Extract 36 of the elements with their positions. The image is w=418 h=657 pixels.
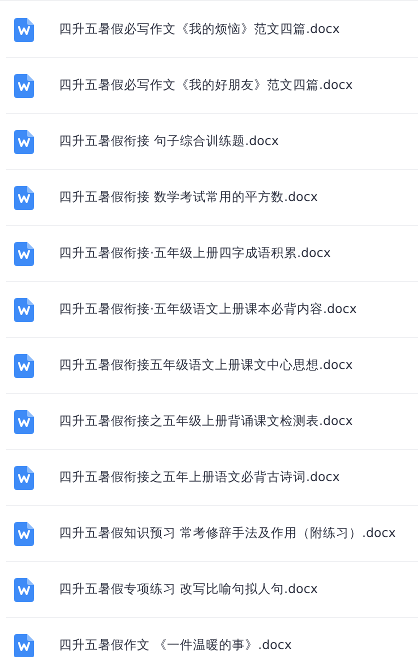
file-row[interactable]: 四升五暑假必写作文《我的好朋友》范文四篇.docx bbox=[6, 58, 418, 114]
file-name: 四升五暑假衔接之五年级上册背诵课文检测表.docx bbox=[59, 413, 353, 430]
file-row[interactable]: 四升五暑假作文 《一件温暖的事》.docx bbox=[6, 618, 418, 657]
file-row[interactable]: 四升五暑假衔接 句子综合训练题.docx bbox=[6, 114, 418, 170]
file-row[interactable]: 四升五暑假衔接之五年上册语文必背古诗词.docx bbox=[6, 450, 418, 506]
file-name: 四升五暑假必写作文《我的烦恼》范文四篇.docx bbox=[59, 21, 340, 38]
file-row[interactable]: 四升五暑假衔接·五年级上册四字成语积累.docx bbox=[6, 226, 418, 282]
file-row[interactable]: 四升五暑假衔接之五年级上册背诵课文检测表.docx bbox=[6, 394, 418, 450]
word-document-icon bbox=[14, 578, 34, 602]
file-name: 四升五暑假衔接 数学考试常用的平方数.docx bbox=[59, 189, 318, 206]
word-document-icon bbox=[14, 354, 34, 378]
word-document-icon bbox=[14, 74, 34, 98]
word-document-icon bbox=[14, 298, 34, 322]
file-name: 四升五暑假必写作文《我的好朋友》范文四篇.docx bbox=[59, 77, 353, 94]
file-row[interactable]: 四升五暑假知识预习 常考修辞手法及作用（附练习）.docx bbox=[6, 506, 418, 562]
file-name: 四升五暑假知识预习 常考修辞手法及作用（附练习）.docx bbox=[59, 525, 396, 542]
word-document-icon bbox=[14, 130, 34, 154]
file-row[interactable]: 四升五暑假衔接·五年级语文上册课本必背内容.docx bbox=[6, 282, 418, 338]
word-document-icon bbox=[14, 466, 34, 490]
word-document-icon bbox=[14, 410, 34, 434]
file-name: 四升五暑假衔接 句子综合训练题.docx bbox=[59, 133, 279, 150]
word-document-icon bbox=[14, 186, 34, 210]
file-name: 四升五暑假衔接·五年级语文上册课本必背内容.docx bbox=[59, 301, 357, 318]
file-name: 四升五暑假衔接五年级语文上册课文中心思想.docx bbox=[59, 357, 353, 374]
file-row[interactable]: 四升五暑假衔接五年级语文上册课文中心思想.docx bbox=[6, 338, 418, 394]
file-name: 四升五暑假专项练习 改写比喻句拟人句.docx bbox=[59, 581, 318, 598]
file-name: 四升五暑假衔接·五年级上册四字成语积累.docx bbox=[59, 245, 331, 262]
file-name: 四升五暑假作文 《一件温暖的事》.docx bbox=[59, 637, 292, 654]
file-row[interactable]: 四升五暑假衔接 数学考试常用的平方数.docx bbox=[6, 170, 418, 226]
file-name: 四升五暑假衔接之五年上册语文必背古诗词.docx bbox=[59, 469, 340, 486]
word-document-icon bbox=[14, 522, 34, 546]
word-document-icon bbox=[14, 242, 34, 266]
file-row[interactable]: 四升五暑假专项练习 改写比喻句拟人句.docx bbox=[6, 562, 418, 618]
file-row[interactable]: 四升五暑假必写作文《我的烦恼》范文四篇.docx bbox=[6, 2, 418, 58]
word-document-icon bbox=[14, 18, 34, 42]
word-document-icon bbox=[14, 634, 34, 657]
